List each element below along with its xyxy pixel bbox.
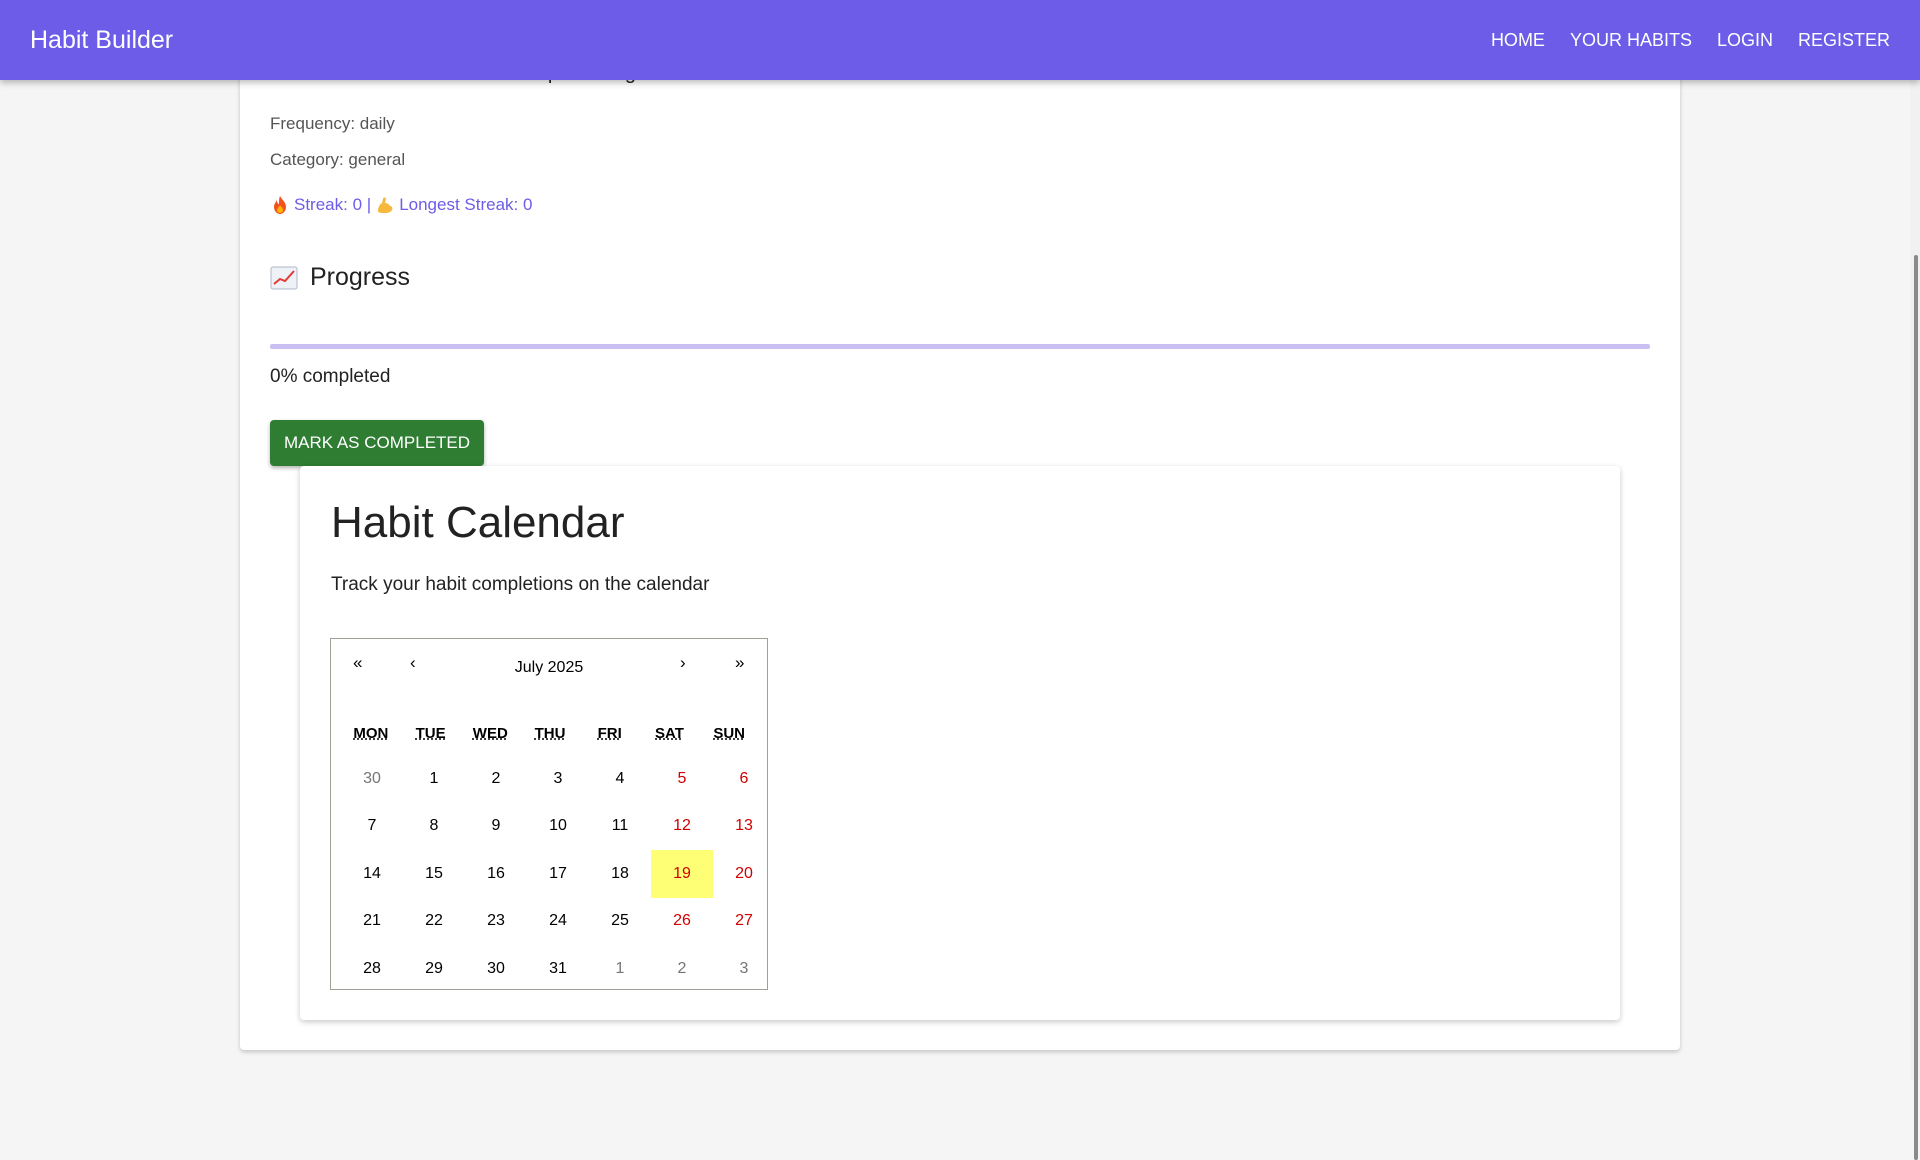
calendar-day[interactable]: 22 bbox=[403, 898, 465, 946]
next-year-button[interactable]: » bbox=[735, 653, 744, 673]
weekday-header: MON TUE WED THU FRI SAT SUN bbox=[341, 725, 759, 742]
weekday-label: WED bbox=[472, 725, 508, 742]
progress-percent: 0% completed bbox=[270, 366, 391, 387]
progress-heading: Progress bbox=[270, 263, 410, 292]
calendar-day[interactable]: 24 bbox=[527, 898, 589, 946]
calendar-day-today[interactable]: 19 bbox=[651, 850, 713, 898]
calendar-day[interactable]: 13 bbox=[713, 803, 775, 851]
flexed-bicep-icon bbox=[378, 197, 393, 213]
weekday-label: TUE bbox=[415, 725, 446, 742]
chart-increasing-icon bbox=[270, 266, 298, 289]
calendar-day[interactable]: 12 bbox=[651, 803, 713, 851]
calendar-day[interactable]: 29 bbox=[403, 945, 465, 993]
longest-streak-text: Longest Streak: 0 bbox=[399, 195, 533, 214]
month-label[interactable]: July 2025 bbox=[331, 659, 767, 677]
nav-register[interactable]: REGISTER bbox=[1798, 30, 1890, 51]
calendar-day[interactable]: 31 bbox=[527, 945, 589, 993]
weekday-label: SAT bbox=[655, 725, 684, 742]
app-bar: Habit Builder HOME YOUR HABITS LOGIN REG… bbox=[0, 0, 1920, 80]
calendar-day[interactable]: 25 bbox=[589, 898, 651, 946]
progress-title: Progress bbox=[310, 263, 411, 291]
fire-icon bbox=[274, 196, 286, 214]
calendar-day[interactable]: 9 bbox=[465, 803, 527, 851]
calendar-day[interactable]: 30 bbox=[465, 945, 527, 993]
weekday-label: MON bbox=[353, 725, 389, 742]
calendar-day[interactable]: 6 bbox=[713, 755, 775, 803]
calendar-day[interactable]: 8 bbox=[403, 803, 465, 851]
habit-frequency: Frequency: daily bbox=[270, 114, 395, 133]
calendar-day[interactable]: 20 bbox=[713, 850, 775, 898]
scrollbar[interactable] bbox=[1910, 80, 1920, 1160]
weekday-label: SUN bbox=[713, 725, 745, 742]
calendar-day[interactable]: 18 bbox=[589, 850, 651, 898]
nav-home[interactable]: HOME bbox=[1491, 30, 1545, 51]
calendar-day[interactable]: 28 bbox=[341, 945, 403, 993]
calendar-day[interactable]: 11 bbox=[589, 803, 651, 851]
calendar-day[interactable]: 7 bbox=[341, 803, 403, 851]
calendar-day[interactable]: 1 bbox=[403, 755, 465, 803]
calendar-day[interactable]: 1 bbox=[589, 945, 651, 993]
calendar-widget: « ‹ July 2025 › » MON TUE WED THU FRI SAT SUN … bbox=[330, 638, 768, 990]
nav-login[interactable]: LOGIN bbox=[1717, 30, 1773, 51]
habit-category: Category: general bbox=[270, 150, 406, 169]
mark-as-completed-button[interactable]: MARK AS COMPLETED bbox=[270, 420, 484, 466]
calendar-navigation: « ‹ July 2025 › » bbox=[331, 639, 767, 697]
calendar-day[interactable]: 5 bbox=[651, 755, 713, 803]
streak-text: Streak: 0 | bbox=[294, 195, 372, 214]
calendar-subtitle: Track your habit completions on the cale… bbox=[331, 574, 710, 595]
nav-links: HOME YOUR HABITS LOGIN REGISTER bbox=[1491, 30, 1890, 51]
calendar-day[interactable]: 21 bbox=[341, 898, 403, 946]
brand-title[interactable]: Habit Builder bbox=[30, 26, 173, 55]
progress-bar bbox=[270, 344, 1650, 349]
calendar-day[interactable]: 3 bbox=[713, 945, 775, 993]
calendar-day[interactable]: 23 bbox=[465, 898, 527, 946]
calendar-days: 30 1 2 3 4 5 6 7 8 9 10 11 12 13 14 15 16 17 18 19 20 21 22 23 2… bbox=[341, 755, 759, 993]
calendar-day[interactable]: 30 bbox=[341, 755, 403, 803]
calendar-day[interactable]: 26 bbox=[651, 898, 713, 946]
calendar-day[interactable]: 2 bbox=[465, 755, 527, 803]
calendar-day[interactable]: 15 bbox=[403, 850, 465, 898]
calendar-day[interactable]: 2 bbox=[651, 945, 713, 993]
scrollbar-thumb[interactable] bbox=[1914, 255, 1918, 1160]
weekday-label: THU bbox=[534, 725, 566, 742]
next-month-button[interactable]: › bbox=[680, 653, 686, 673]
streak-info: Streak: 0 | Longest Streak: 0 bbox=[270, 195, 532, 215]
calendar-day[interactable]: 27 bbox=[713, 898, 775, 946]
calendar-day[interactable]: 10 bbox=[527, 803, 589, 851]
habit-calendar-card: Habit Calendar Track your habit completi… bbox=[300, 466, 1620, 1020]
calendar-day[interactable]: 14 bbox=[341, 850, 403, 898]
nav-your-habits[interactable]: YOUR HABITS bbox=[1570, 30, 1692, 51]
calendar-title: Habit Calendar bbox=[331, 498, 625, 547]
weekday-label: FRI bbox=[597, 725, 622, 742]
calendar-day[interactable]: 16 bbox=[465, 850, 527, 898]
calendar-day[interactable]: 3 bbox=[527, 755, 589, 803]
calendar-day[interactable]: 4 bbox=[589, 755, 651, 803]
calendar-day[interactable]: 17 bbox=[527, 850, 589, 898]
